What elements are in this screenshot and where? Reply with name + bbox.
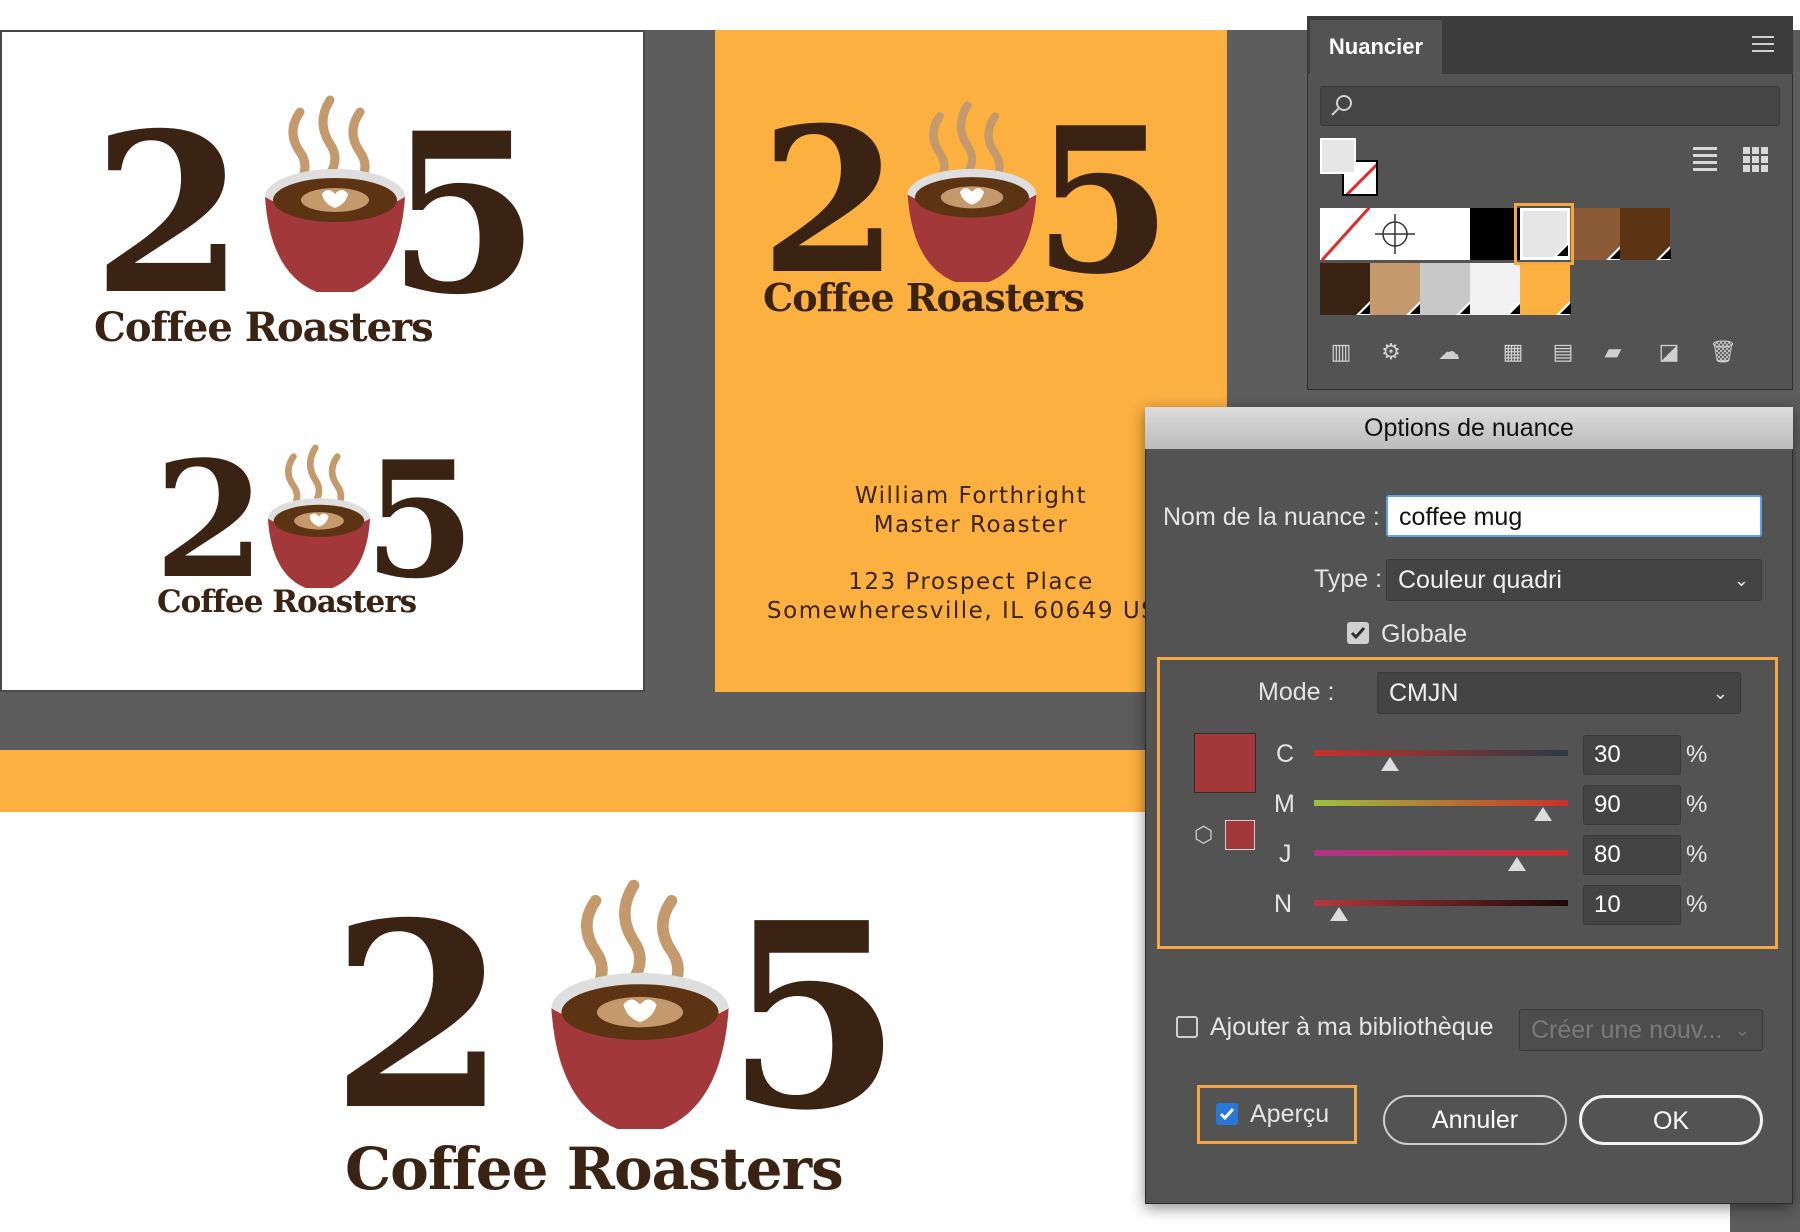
swatch-none[interactable]	[1320, 208, 1370, 260]
new-swatch-icon[interactable]: ◪	[1652, 340, 1686, 364]
channel-j-unit: %	[1686, 841, 1708, 868]
swatch-brown-light[interactable]	[1570, 208, 1621, 260]
logo-number-2: 2	[92, 84, 246, 343]
logo-tagline: Coffee Roasters	[345, 1135, 844, 1203]
logo-tagline: Coffee Roasters	[94, 304, 434, 351]
preview-checkbox[interactable]	[1216, 1103, 1238, 1125]
channel-m-thumb[interactable]	[1533, 807, 1552, 821]
swatch-registration[interactable]	[1370, 208, 1420, 260]
chevron-down-icon: ⌄	[1734, 1020, 1750, 1040]
global-label: Globale	[1381, 620, 1468, 648]
channel-c-label: C	[1276, 740, 1295, 768]
swatch-orange[interactable]	[1520, 263, 1571, 315]
logo-number-5: 5	[387, 84, 541, 343]
logo-number-2: 2	[330, 868, 508, 1167]
swatch-white[interactable]	[1420, 208, 1470, 260]
swatch-options-icon[interactable]: ▤	[1546, 340, 1580, 364]
logo-tagline: Coffee Roasters	[763, 275, 1085, 320]
library-select: Créer une nouv... ⌄	[1519, 1009, 1763, 1051]
channel-m-slider[interactable]	[1314, 800, 1568, 806]
library-label: Ajouter à ma bibliothèque	[1210, 1013, 1494, 1041]
logo-number-2: 2	[760, 84, 900, 319]
cancel-button[interactable]: Annuler	[1383, 1095, 1567, 1145]
channel-j-slider[interactable]	[1314, 850, 1568, 856]
chevron-down-icon: ⌄	[1712, 683, 1728, 703]
global-checkbox[interactable]	[1347, 622, 1369, 644]
search-icon	[1331, 95, 1352, 116]
hamburger-icon[interactable]	[1752, 36, 1774, 54]
channel-c-unit: %	[1686, 741, 1708, 768]
swatch-search-input[interactable]	[1320, 86, 1780, 126]
coffee-cup-logo	[267, 444, 371, 588]
swatch-light-gray[interactable]	[1420, 263, 1471, 315]
swatch-tan[interactable]	[1370, 263, 1421, 315]
selected-swatch-highlight	[1514, 203, 1574, 265]
new-group-icon[interactable]: ▰	[1596, 340, 1630, 364]
swatch-off-white[interactable]	[1470, 263, 1521, 315]
coffee-cup-logo	[551, 879, 729, 1129]
delete-icon[interactable]: 🗑	[1706, 340, 1740, 364]
gamut-color-swatch[interactable]	[1225, 820, 1255, 850]
fill-swatch[interactable]	[1320, 138, 1356, 174]
logo-number-5: 5	[725, 868, 903, 1167]
mode-select-value: CMJN	[1389, 679, 1459, 707]
dialog-title: Options de nuance	[1145, 407, 1793, 449]
logo-number-5: 5	[364, 426, 476, 614]
channel-j-input[interactable]: 80	[1583, 835, 1681, 875]
channel-n-input[interactable]: 10	[1583, 885, 1681, 925]
ok-button[interactable]: OK	[1579, 1095, 1763, 1145]
library-select-value: Créer une nouv...	[1531, 1016, 1723, 1044]
channel-n-thumb[interactable]	[1330, 907, 1349, 921]
mode-select[interactable]: CMJN ⌄	[1377, 672, 1741, 714]
cloud-share-icon[interactable]: ☁	[1432, 340, 1466, 364]
logo-number-5: 5	[1033, 84, 1173, 319]
swatch-dark-brown[interactable]	[1320, 263, 1371, 315]
swatch-name-label: Nom de la nuance :	[1163, 503, 1380, 531]
channel-m-label: M	[1274, 790, 1295, 818]
out-of-gamut-icon[interactable]: ⬡	[1194, 822, 1213, 848]
logo-number-2: 2	[154, 426, 266, 614]
color-preview-swatch	[1194, 733, 1256, 793]
preview-label: Aperçu	[1250, 1100, 1330, 1128]
libraries-icon[interactable]: ▥	[1324, 340, 1358, 364]
chevron-down-icon: ⌄	[1733, 570, 1749, 590]
channel-j-label: J	[1279, 840, 1292, 868]
swatch-options-grid-icon[interactable]: ▦	[1496, 340, 1530, 364]
artboard-logos[interactable]: 2 5 Coffee Roasters 2 5 Coffee Roasters	[0, 30, 645, 692]
swatch-kinds-icon[interactable]: ⚙	[1374, 340, 1408, 364]
type-select[interactable]: Couleur quadri ⌄	[1386, 559, 1762, 601]
swatch-brown-medium[interactable]	[1620, 208, 1671, 260]
channel-c-slider[interactable]	[1314, 750, 1568, 756]
grid-view-icon[interactable]	[1742, 146, 1770, 174]
mode-label: Mode :	[1258, 678, 1335, 706]
channel-n-label: N	[1274, 890, 1293, 918]
channel-m-input[interactable]: 90	[1583, 785, 1681, 825]
coffee-cup-logo	[907, 101, 1037, 282]
swatch-name-input[interactable]: coffee mug	[1386, 495, 1762, 537]
list-view-icon[interactable]	[1691, 144, 1719, 172]
channel-n-unit: %	[1686, 891, 1708, 918]
fill-stroke-widget[interactable]	[1320, 138, 1382, 200]
channel-c-thumb[interactable]	[1381, 757, 1400, 771]
channel-n-slider[interactable]	[1314, 900, 1568, 906]
type-label: Type :	[1314, 565, 1383, 593]
type-select-value: Couleur quadri	[1398, 566, 1562, 594]
library-checkbox[interactable]	[1176, 1016, 1198, 1038]
channel-c-input[interactable]: 30	[1583, 735, 1681, 775]
channel-m-unit: %	[1686, 791, 1708, 818]
logo-tagline: Coffee Roasters	[157, 584, 417, 620]
tab-swatches[interactable]: Nuancier	[1310, 20, 1442, 74]
swatch-black[interactable]	[1470, 208, 1520, 260]
channel-j-thumb[interactable]	[1508, 857, 1527, 871]
